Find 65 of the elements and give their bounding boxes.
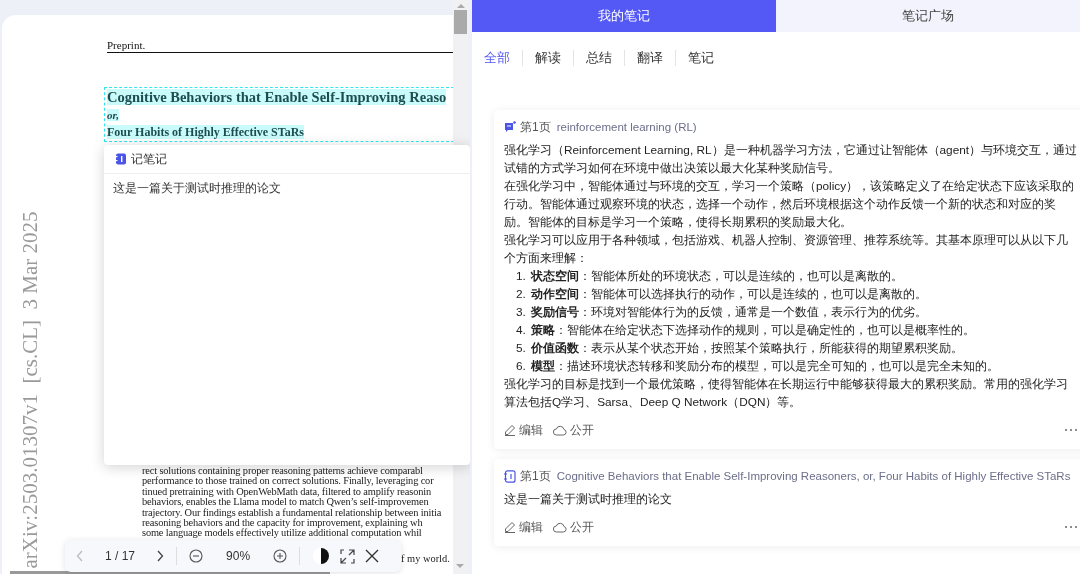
body-text: trajectory. Our findings establish a fundamental relationship between initia [142,507,443,518]
cloud-icon [553,424,567,436]
note-source: reinforcement learning (RL) [556,121,697,133]
page-header: Preprint. [107,39,454,53]
body-text: tinued pretraining with OpenWebMath data, filtered to amplify reasonin [142,486,433,498]
popup-title: 记笔记 [131,150,167,168]
body-text: performance to those trained on correct solutions. Finally, leveraging cor [142,476,435,487]
more-icon[interactable] [1064,525,1078,529]
list-item-text: 策略：智能体在给定状态下选择动作的规则，可以是确定性的，也可以是概率性的。 [531,322,975,339]
filter-tab[interactable]: 总结 [586,49,624,67]
publish-button[interactable]: 公开 [553,518,594,536]
note-text: 在强化学习中，智能体通过与环境的交互，学习一个策略（policy），该策略定义了在给定状态下应该采取的行动。智能体通过观察环境的状态，选择一个动作，然后环境根据这个动作反馈一个新的状态和对应的奖励。智能体的目标是学习一个策略，使得长期累积的奖励最大化。 [504,178,1076,231]
edit-button[interactable]: 编辑 [504,518,543,536]
body-text: reasoning behaviors and the capacity for improvement, explaining wh [142,518,424,529]
arxiv-label: arXiv:2503.01307v1 [cs.CL] 3 Mar 2025 [17,211,43,569]
pencil-icon [504,521,516,533]
filter-tab[interactable]: 翻译 [637,49,675,67]
page-number: 第1页 [520,118,551,136]
note-text: 强化学习的目标是找到一个最优策略，使得智能体在长期运行中能够获得最大的累积奖励。常用的强化学习算法包括Q学习、Sarsa、Deep Q Network（DQN）等。 [504,376,1069,411]
publish-button[interactable]: 公开 [553,421,594,439]
filter-tab[interactable]: 全部 [484,49,522,67]
chevron-left-icon [76,550,84,562]
body-text: some language models effectively utilize additional computation whil [142,528,423,539]
paper-title: Four Habits of Highly Effective STaRs [107,124,304,139]
body-text: rect solutions containing proper reasoning patterns achieve comparabl [142,466,424,477]
list-number: 5. [516,340,527,357]
zoom-in-icon [273,549,288,563]
contrast-icon [312,547,331,565]
page-number: 第1页 [520,467,551,485]
edit-button[interactable]: 编辑 [504,421,543,439]
note-text: 强化学习（Reinforcement Learning, RL）是一种机器学习方法，它通过让智能体（agent）与环境交互，通过试错的方式学习如何在环境中做出决策以最大化某种奖励信号。 [504,142,1078,177]
list-number: 6. [516,358,527,375]
zoom-out-icon [189,549,204,563]
list-item-text: 状态空间：智能体所处的环境状态，可以是连续的，也可以是离散的。 [531,268,903,285]
list-number: 2. [516,286,527,303]
tab[interactable]: 笔记广场 [776,0,1080,32]
note-input[interactable]: 这是一篇关于测试时推理的论文 [104,174,470,465]
note-source: Cognitive Behaviors that Enable Self-Improving Reasoners, or, Four Habits of Highly Effective STaRs [556,470,1071,482]
body-text: f my world. [401,552,450,564]
paper-title: or, [107,108,119,121]
list-item-text: 模型：描述环境状态转移和奖励分布的模型，可以是完全可知的，也可以是完全未知的。 [531,358,999,375]
list-number: 1. [516,268,527,285]
list-item-text: 奖励信号：环境对智能体行为的反馈，通常是一个数值，表示行为的优劣。 [531,304,927,321]
filter-tab[interactable]: 笔记 [688,49,726,67]
zoom-level: 90% [226,549,251,563]
chat-icon [504,121,516,133]
list-number: 4. [516,322,527,339]
list-item-text: 动作空间：智能体可以选择执行的动作，可以是连续的，也可以是离散的。 [531,286,927,303]
note-text: 这是一篇关于测试时推理的论文 [504,491,673,508]
page-indicator: 1 / 17 [105,549,136,563]
list-item-text: 价值函数：表示从某个状态开始，按照某个策略执行，所能获得的期望累积奖励。 [531,340,963,357]
paper-title: Cognitive Behaviors that Enable Self-Improving Reaso [107,89,447,105]
chevron-right-icon [156,550,165,562]
close-icon [365,549,380,563]
note-text: 强化学习可以应用于各种领域，包括游戏、机器人控制、资源管理、推荐系统等。其基本原理可以从以下几个方面来理解： [504,232,1069,267]
note-icon [504,469,516,483]
note-icon [115,153,127,165]
filter-tab[interactable]: 解读 [535,49,573,67]
pencil-icon [504,424,516,436]
list-number: 3. [516,304,527,321]
more-icon[interactable] [1064,428,1078,432]
tab[interactable]: 我的笔记 [472,0,776,32]
body-text: behaviors, enables the Llama model to match Qwen’s self-improvemen [142,497,430,508]
cloud-icon [553,521,567,533]
fullscreen-icon [340,548,356,564]
